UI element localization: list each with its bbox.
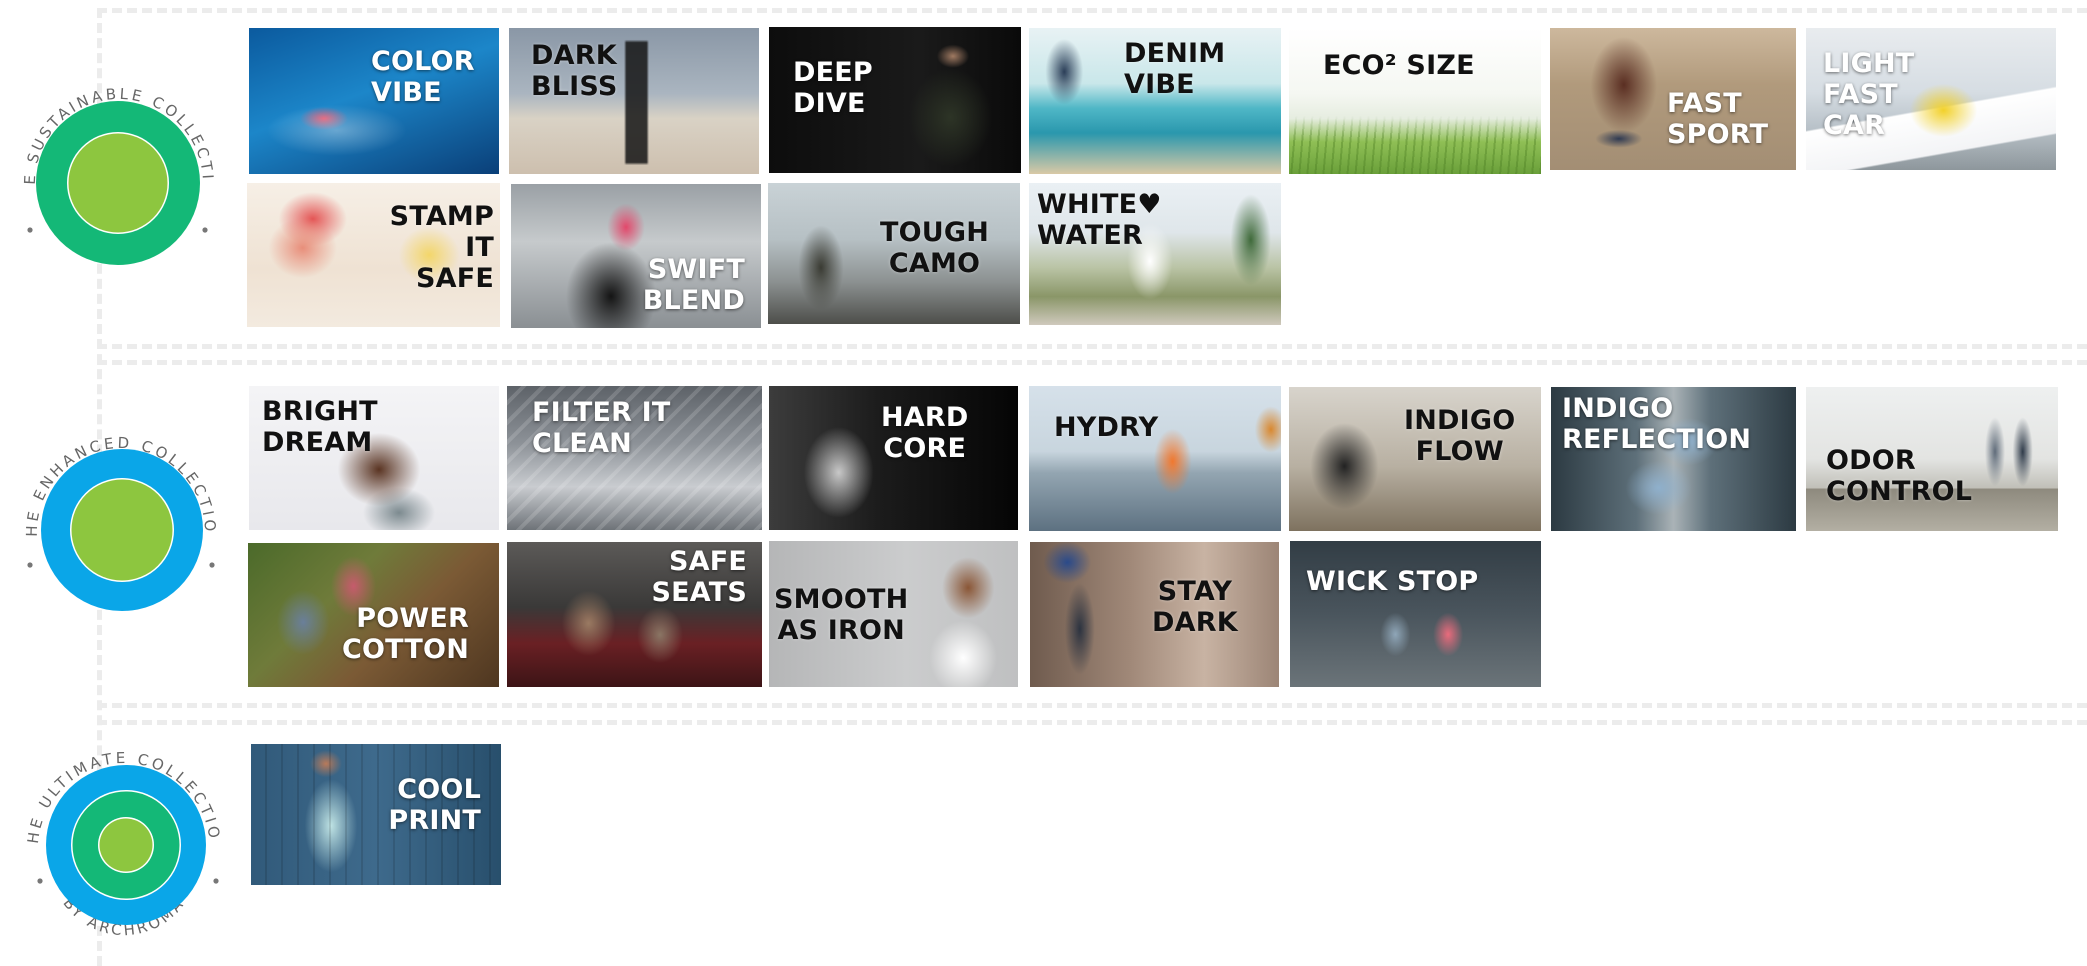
tile-label: FILTER IT CLEAN	[532, 397, 671, 459]
tile-eco-size[interactable]: ECO² SIZE	[1289, 28, 1541, 174]
tile-label: COLOR VIBE	[371, 46, 475, 108]
tile-safe-seats[interactable]: SAFE SEATS	[507, 542, 762, 687]
tile-smooth-as-iron[interactable]: SMOOTH AS IRON	[769, 541, 1018, 687]
tile-label: SWIFT BLEND	[642, 254, 745, 316]
tile-cool-print[interactable]: COOL PRINT	[251, 744, 501, 885]
tile-label: BRIGHT DREAM	[262, 396, 378, 458]
badge-inner-circle	[71, 479, 173, 581]
tile-label: ODOR CONTROL	[1826, 445, 1973, 507]
badge-inner-circle	[68, 133, 168, 233]
tile-tough-camo[interactable]: TOUGH CAMO	[768, 183, 1020, 324]
tile-hydry[interactable]: HYDRY	[1029, 386, 1281, 531]
tile-label: LIGHT FAST CAR	[1823, 48, 1915, 141]
tile-denim-vibe[interactable]: DENIM VIBE	[1029, 28, 1281, 174]
tile-light-fast-car[interactable]: LIGHT FAST CAR	[1806, 28, 2056, 170]
tile-white-water[interactable]: WHITE♥ WATER	[1029, 183, 1281, 325]
ultimate-collection-badge: THE ULTIMATE COLLECTION BY ARCHROMA	[20, 745, 230, 955]
tile-label: SAFE SEATS	[651, 546, 747, 608]
tile-label: DENIM VIBE	[1124, 38, 1226, 100]
tile-hard-core[interactable]: HARD CORE	[769, 386, 1018, 530]
tile-filter-it-clean[interactable]: FILTER IT CLEAN	[507, 386, 762, 530]
tile-label: WHITE♥ WATER	[1037, 189, 1162, 251]
tile-label: HYDRY	[1054, 412, 1159, 443]
tile-label: HARD CORE	[881, 402, 969, 464]
sustainable-collection-badge: THE SUSTAINABLE COLLECTION BY ARCHROMA	[14, 76, 224, 286]
collections-page: THE SUSTAINABLE COLLECTION BY ARCHROMA T…	[0, 0, 2087, 966]
tile-label: INDIGO FLOW	[1404, 405, 1516, 467]
dashed-divider	[97, 703, 2087, 708]
dashed-divider	[97, 360, 2087, 365]
tile-bright-dream[interactable]: BRIGHT DREAM	[249, 386, 499, 530]
tile-label: SMOOTH AS IRON	[774, 584, 909, 646]
tile-label: WICK STOP	[1306, 566, 1479, 597]
tile-indigo-flow[interactable]: INDIGO FLOW	[1289, 387, 1541, 531]
tile-wick-stop[interactable]: WICK STOP	[1290, 541, 1541, 687]
dashed-divider	[97, 8, 2087, 13]
tile-label: DARK BLISS	[531, 40, 618, 102]
tile-indigo-reflection[interactable]: INDIGO REFLECTION	[1551, 387, 1796, 531]
tile-label: FAST SPORT	[1667, 88, 1769, 150]
tile-odor-control[interactable]: ODOR CONTROL	[1806, 387, 2058, 531]
tile-stay-dark[interactable]: STAY DARK	[1030, 542, 1279, 687]
tile-label: ECO² SIZE	[1323, 50, 1475, 81]
tile-power-cotton[interactable]: POWER COTTON	[248, 543, 499, 687]
tile-color-vibe[interactable]: COLOR VIBE	[249, 28, 499, 174]
badge-inner-circle	[99, 818, 153, 872]
tile-stamp-it-safe[interactable]: STAMP IT SAFE	[247, 183, 500, 327]
tile-label: DEEP DIVE	[793, 57, 873, 119]
dashed-divider	[97, 344, 2087, 349]
tile-label: COOL PRINT	[388, 774, 481, 836]
dashed-divider	[97, 720, 2087, 725]
tile-label: INDIGO REFLECTION	[1562, 393, 1752, 455]
tile-label: STAMP IT SAFE	[389, 201, 494, 294]
tile-label: POWER COTTON	[342, 603, 469, 665]
tile-dark-bliss[interactable]: DARK BLISS	[509, 28, 759, 174]
tile-label: TOUGH CAMO	[880, 217, 990, 279]
tile-label: STAY DARK	[1152, 576, 1238, 638]
tile-fast-sport[interactable]: FAST SPORT	[1550, 28, 1796, 170]
enhanced-collection-badge: THE ENHANCED COLLECTION BY ARCHROMA	[16, 425, 226, 635]
tile-deep-dive[interactable]: DEEP DIVE	[769, 27, 1021, 173]
tile-swift-blend[interactable]: SWIFT BLEND	[511, 184, 761, 328]
